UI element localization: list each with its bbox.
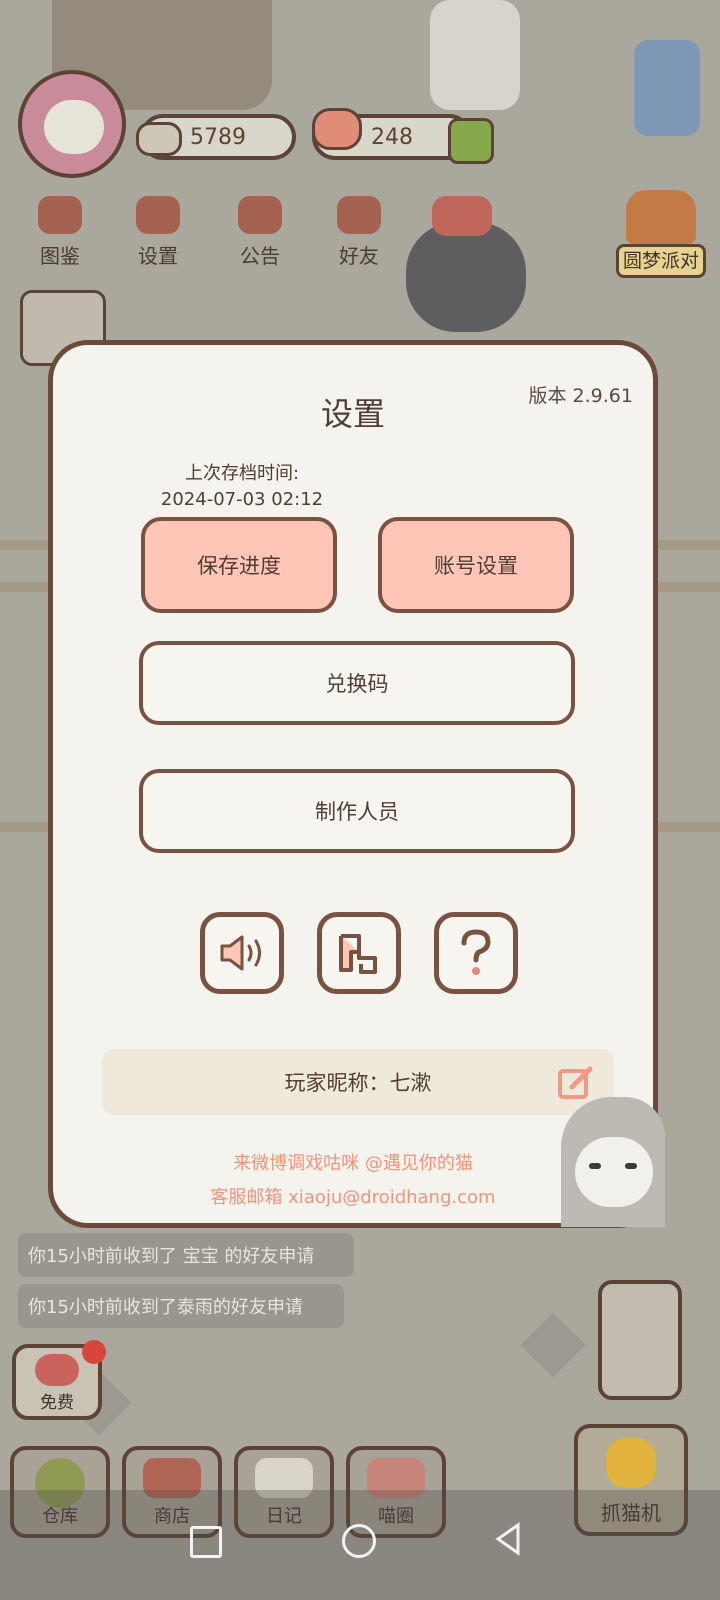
mail-heart-icon[interactable]	[432, 196, 492, 236]
credits-button[interactable]: 制作人员	[139, 769, 575, 853]
last-save-info: 上次存档时间: 2024-07-03 02:12	[157, 461, 327, 513]
event-party-label: 圆梦派对	[616, 244, 706, 278]
save-progress-button[interactable]: 保存进度	[141, 517, 337, 613]
redeem-code-button[interactable]: 兑换码	[139, 641, 575, 725]
gift-icon	[238, 196, 282, 234]
settings-dialog: 设置 版本 2.9.61 上次存档时间: 2024-07-03 02:12 保存…	[48, 340, 665, 1228]
player-avatar[interactable]	[18, 70, 126, 178]
controls-button[interactable]	[317, 912, 401, 994]
help-button[interactable]	[434, 912, 518, 994]
heart-amount: 248	[371, 124, 413, 150]
nav-settings-label: 设置	[138, 244, 178, 268]
home-icon[interactable]	[342, 1524, 376, 1558]
heart-icon	[35, 1354, 79, 1386]
last-save-time: 2024-07-03 02:12	[160, 489, 324, 510]
claw-icon	[606, 1438, 656, 1488]
nav-announcement-label: 公告	[240, 244, 280, 268]
nickname-bar[interactable]: 玩家昵称：七漱	[102, 1049, 614, 1115]
nav-announcement[interactable]: 公告	[224, 196, 296, 269]
gray-cat-decoration	[406, 222, 526, 332]
event-party-button[interactable]: 圆梦派对	[616, 190, 706, 304]
cat-eye	[589, 1163, 601, 1169]
notification-dot	[82, 1340, 106, 1364]
friend-request-notice[interactable]: 你15小时前收到了 宝宝 的好友申请	[18, 1233, 354, 1277]
sound-toggle-button[interactable]	[200, 912, 284, 994]
friend-request-notice[interactable]: 你15小时前收到了泰雨的好友申请	[18, 1284, 344, 1328]
nav-cat-album-label: 图鉴	[40, 244, 80, 268]
nav-friends-label: 好友	[339, 244, 379, 268]
back-icon[interactable]	[494, 1522, 522, 1556]
coin-counter[interactable]: 5789	[136, 114, 296, 160]
edit-icon[interactable]	[556, 1063, 596, 1103]
free-reward-button[interactable]: 免费	[12, 1340, 106, 1420]
fish-icon	[136, 122, 182, 156]
version-label: 版本 2.9.61	[528, 385, 633, 407]
sound-icon	[220, 935, 261, 971]
gear-icon	[136, 196, 180, 234]
nav-settings[interactable]: 设置	[122, 196, 194, 269]
cat-album-icon	[38, 196, 82, 234]
heart-icon	[312, 108, 362, 150]
character-decoration	[430, 0, 520, 110]
friends-icon	[337, 196, 381, 234]
nav-friends[interactable]: 好友	[323, 196, 395, 269]
cat-photo	[561, 1097, 665, 1227]
recent-apps-icon[interactable]	[190, 1526, 222, 1558]
cat-face	[575, 1137, 653, 1207]
burger-icon	[626, 190, 696, 244]
account-settings-button[interactable]: 账号设置	[378, 517, 574, 613]
cat-eye	[625, 1163, 637, 1169]
nav-cat-album[interactable]: 图鉴	[24, 196, 96, 269]
detergent-bottle-decoration	[634, 40, 700, 136]
free-reward-label: 免费	[40, 1393, 74, 1413]
slot-machine-decoration	[598, 1280, 682, 1400]
help-icon	[461, 929, 491, 975]
floor-tile	[520, 1312, 586, 1378]
last-save-label: 上次存档时间:	[184, 463, 300, 484]
add-hearts-plus-icon[interactable]	[448, 118, 494, 164]
nickname-label: 玩家昵称：七漱	[284, 1071, 432, 1095]
gamepad-icon	[339, 934, 377, 974]
avatar-face	[44, 100, 104, 154]
system-navigation-bar	[0, 1490, 720, 1600]
coin-amount: 5789	[190, 124, 246, 150]
